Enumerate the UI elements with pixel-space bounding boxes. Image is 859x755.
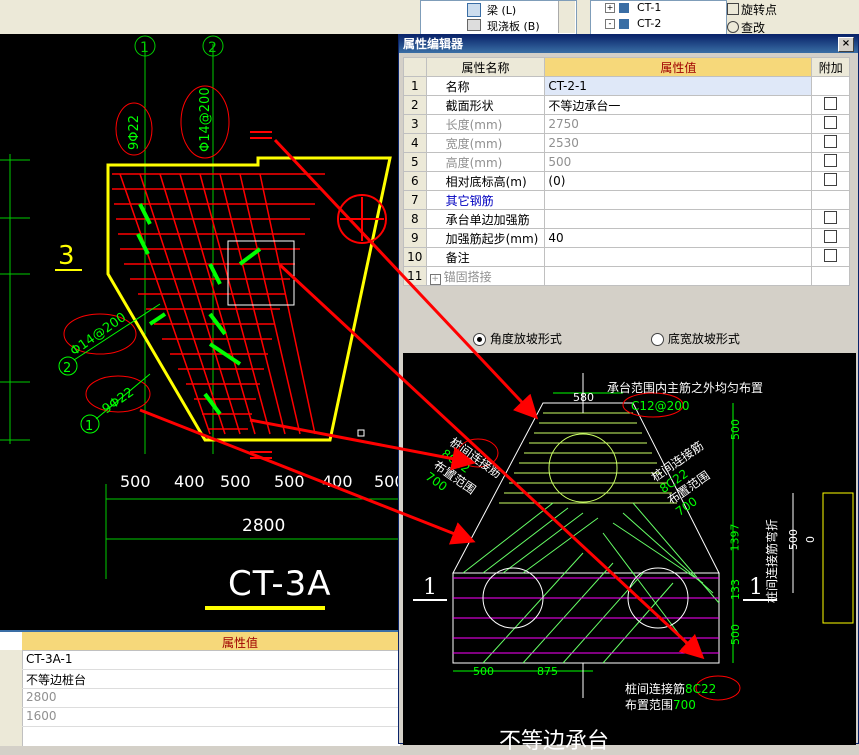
annotation-arrows [139,138,705,660]
arrow-3 [249,418,476,471]
arrow-1 [273,138,539,420]
arrow-2 [278,263,705,660]
